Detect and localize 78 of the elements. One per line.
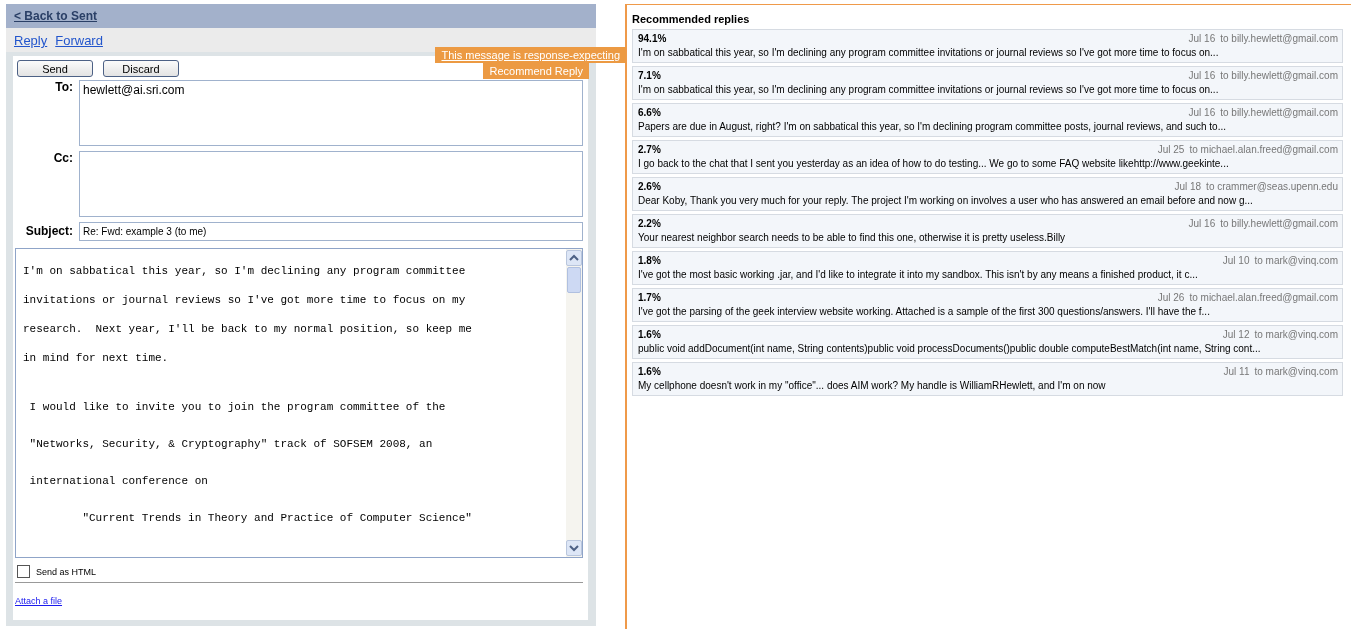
recipient-text: to crammer@seas.upenn.edu [1206, 181, 1338, 192]
score-text: 1.6% [638, 329, 661, 340]
recipient-text: to billy.hewlett@gmail.com [1220, 218, 1338, 229]
body-text-line: I would like to invite you to join the program committee of the [28, 400, 447, 415]
action-link[interactable]: Reply [14, 33, 48, 49]
score-text: 1.7% [638, 292, 661, 303]
panel-title: Recommended replies [632, 13, 751, 25]
scroll-thumb[interactable] [567, 267, 581, 293]
body-text-line: "Current Trends in Theory and Practice of Computer Science" [81, 511, 473, 526]
reply-suggestion[interactable]: 2.7% Jul 25 to michael.alan.freed@gmail.com I go back to the chat that I sent you yesterday as an idea of how to do testing... We go to some FAQ website likehttp://www.geekinte... [632, 140, 1343, 174]
date-text: Jul 16 [1188, 107, 1216, 118]
date-text: Jul 25 [1157, 144, 1185, 155]
snippet-text: I'm on sabbatical this year, so I'm declining any program committee invitations or journal reviews so I've got more time to focus on... [638, 84, 1220, 95]
action-link[interactable]: Forward [55, 33, 103, 49]
scrollbar[interactable] [566, 249, 582, 557]
recipient-text: to michael.alan.freed@gmail.com [1189, 292, 1338, 303]
score-text: 2.2% [638, 218, 661, 229]
snippet-text: I go back to the chat that I sent you yesterday as an idea of how to do testing... We go to some FAQ website likehttp://www.geekinte... [638, 158, 1230, 169]
snippet-text: I've got the most basic working .jar, and I'd like to integrate it into my sandbox. This isn't by any means a finished product, it c... [638, 269, 1199, 280]
score-text: 94.1% [638, 33, 667, 44]
recipient-text: to michael.alan.freed@gmail.com [1189, 144, 1338, 155]
score-text: 1.8% [638, 255, 661, 266]
compose-button[interactable]: Send [17, 60, 93, 77]
field-label: To: [54, 80, 74, 96]
recipient-text: to billy.hewlett@gmail.com [1220, 33, 1338, 44]
reply-suggestion[interactable]: 94.1% Jul 16 to billy.hewlett@gmail.com I'm on sabbatical this year, so I'm declining any program committee invitations or journal reviews so I've got more time to focus on... [632, 29, 1343, 63]
recipient-text: to billy.hewlett@gmail.com [1220, 107, 1338, 118]
snippet-text: Your nearest neighbor search needs to be able to find this one, otherwise it is pretty useless.Billy [638, 232, 1067, 243]
score-text: 2.7% [638, 144, 661, 155]
cc-field[interactable] [79, 151, 583, 217]
body-text-line: "Networks, Security, & Cryptography" track of SOFSEM 2008, an [28, 437, 434, 452]
field-label: Cc: [52, 151, 74, 167]
date-text: Jul 16 [1188, 33, 1216, 44]
message-body-field[interactable] [15, 248, 583, 558]
back-link[interactable]: < Back to Sent [14, 9, 98, 23]
score-text: 2.6% [638, 181, 661, 192]
date-text: Jul 18 [1174, 181, 1202, 192]
date-text: Jul 16 [1188, 70, 1216, 81]
snippet-text: My cellphone doesn't work in my "office"... does AIM work? My handle is WilliamRHewlett, and I'm on now [638, 380, 1107, 391]
checkbox-label: Send as HTML [36, 566, 97, 577]
reply-suggestion[interactable]: 7.1% Jul 16 to billy.hewlett@gmail.com I'm on sabbatical this year, so I'm declining any program committee invitations or journal reviews so I've got more time to focus on... [632, 66, 1343, 100]
scroll-up-icon[interactable] [566, 250, 582, 266]
reply-suggestion[interactable]: 1.8% Jul 10 to mark@vinq.com I've got the most basic working .jar, and I'd like to integrate it into my sandbox. This isn't by any means a finished product, it c... [632, 251, 1343, 285]
score-text: 7.1% [638, 70, 661, 81]
reply-suggestion[interactable]: 2.2% Jul 16 to billy.hewlett@gmail.com Your nearest neighbor search needs to be able to find this one, otherwise it is pretty useless.Billy [632, 214, 1343, 248]
send-as-html-checkbox[interactable] [17, 565, 30, 578]
snippet-text: public void addDocument(int name, String contents)public void processDocuments()public double computeBestMatch(int name, String cont... [638, 343, 1262, 354]
field-label: Subject: [24, 223, 74, 240]
to-field[interactable]: hewlett@ai.sri.com [79, 80, 583, 146]
date-text: Jul 16 [1188, 218, 1216, 229]
snippet-text: I've got the parsing of the geek interview website working. Attached is a sample of the first 300 questions/answers. I'll have the f... [638, 306, 1211, 317]
reply-suggestion[interactable]: 1.7% Jul 26 to michael.alan.freed@gmail.com I've got the parsing of the geek interview website working. Attached is a sample of the first 300 questions/answers. I'll have the f... [632, 288, 1343, 322]
body-text-line: in mind for next time. [23, 351, 170, 366]
date-text: Jul 11 [1223, 366, 1250, 377]
body-text-line: I'm on sabbatical this year, so I'm declining any program committee [23, 264, 467, 279]
scroll-down-icon[interactable] [566, 540, 582, 556]
recipient-text: to mark@vinq.com [1254, 366, 1338, 377]
subject-field[interactable]: Re: Fwd: example 3 (to me) [79, 222, 583, 241]
date-text: Jul 12 [1222, 329, 1250, 340]
attach-file-link[interactable]: Attach a file [15, 596, 63, 606]
reply-suggestion[interactable]: 2.6% Jul 18 to crammer@seas.upenn.edu Dear Koby, Thank you very much for your reply. The project I'm working on involves a user who has answered an email before and now g... [632, 177, 1343, 211]
recipient-text: to mark@vinq.com [1254, 255, 1338, 266]
snippet-text: Papers are due in August, right? I'm on sabbatical this year, so I'm declining program committee posts, journal reviews, and such to... [638, 121, 1227, 132]
body-text-line: research. Next year, I'll be back to my normal position, so keep me [23, 322, 473, 337]
reply-suggestion[interactable]: 6.6% Jul 16 to billy.hewlett@gmail.com Papers are due in August, right? I'm on sabbatical this year, so I'm declining program committee posts, journal reviews, and such to... [632, 103, 1343, 137]
body-text-line: invitations or journal reviews so I've got more time to focus on my [23, 293, 467, 308]
recipient-text: to mark@vinq.com [1254, 329, 1338, 340]
date-text: Jul 26 [1157, 292, 1185, 303]
reply-suggestion[interactable]: 1.6% Jul 12 to mark@vinq.com public void addDocument(int name, String contents)public void processDocuments()public double computeBestMatch(int name, String cont... [632, 325, 1343, 359]
score-text: 6.6% [638, 107, 661, 118]
snippet-text: I'm on sabbatical this year, so I'm declining any program committee invitations or journal reviews so I've got more time to focus on... [638, 47, 1220, 58]
recipient-text: to billy.hewlett@gmail.com [1220, 70, 1338, 81]
body-text-line: international conference on [28, 474, 209, 489]
reply-suggestion[interactable]: 1.6% Jul 11 to mark@vinq.com My cellphone doesn't work in my "office"... does AIM work? My handle is WilliamRHewlett, and I'm on now [632, 362, 1343, 396]
score-text: 1.6% [638, 366, 661, 377]
snippet-text: Dear Koby, Thank you very much for your reply. The project I'm working on involves a user who has answered an email before and now g... [638, 195, 1254, 206]
date-text: Jul 10 [1222, 255, 1250, 266]
compose-button[interactable]: Discard [103, 60, 179, 77]
